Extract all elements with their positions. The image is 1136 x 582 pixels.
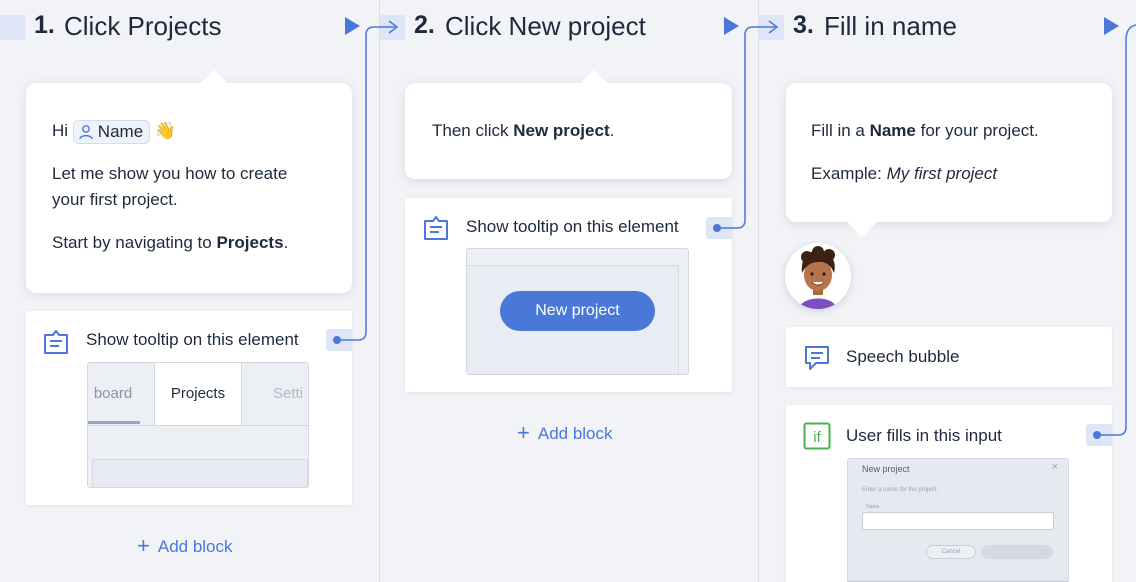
element-preview: board Projects Setti — [87, 362, 309, 488]
user-icon — [79, 124, 93, 139]
svg-text:if: if — [813, 429, 821, 446]
card-caret — [847, 208, 877, 238]
connector-dot — [333, 336, 341, 344]
message-line-2: Example: My first project — [811, 164, 998, 183]
message-card[interactable]: Hi Name 👋 Let me show you how to create … — [26, 69, 352, 293]
if-condition-icon: if — [803, 422, 831, 450]
message-line-1: Let me show you how to create your first… — [52, 164, 288, 209]
avatar-illustration — [785, 243, 851, 309]
dialog-hint: Enter a name for the project. — [862, 487, 939, 493]
wave-emoji: 👋 — [154, 121, 177, 140]
tooltip-icon — [44, 330, 68, 354]
step-title[interactable]: Click Projects — [64, 11, 221, 42]
step-column-2: 2. Click New project Then click New proj… — [380, 0, 758, 582]
add-block-label: Add block — [537, 424, 613, 443]
name-chip-label: Name — [97, 121, 144, 141]
step-column-3: 3. Fill in name Fill in a Name for your … — [759, 0, 1136, 582]
speech-bubble-icon — [805, 346, 829, 370]
play-icon[interactable] — [724, 17, 739, 35]
add-block-label: Add block — [157, 537, 233, 556]
step-title[interactable]: Fill in name — [824, 11, 957, 42]
block-label: Show tooltip on this element — [86, 330, 299, 349]
message-card[interactable]: Then click New project. — [405, 69, 732, 179]
element-preview: New project — [466, 248, 689, 375]
card-caret — [579, 69, 609, 99]
step-input-tab — [0, 15, 25, 40]
card-caret — [199, 69, 229, 99]
close-icon: × — [1051, 461, 1058, 473]
avatar[interactable] — [785, 243, 851, 309]
plus-icon: + — [137, 533, 150, 558]
cancel-button-preview: Cancel — [926, 545, 976, 559]
step-input-tab — [759, 15, 784, 40]
tooltip-icon — [424, 216, 448, 240]
dialog-preview: New project × Enter a name for the proje… — [847, 458, 1069, 582]
preview-panel — [92, 459, 308, 487]
message-card[interactable]: Fill in a Name for your project. Example… — [786, 83, 1112, 238]
condition-block[interactable]: if User fills in this input New project … — [786, 405, 1112, 582]
step-column-1: 1. Click Projects Hi Name 👋 Let me show … — [0, 0, 379, 582]
message-line-2: Start by navigating to Projects. — [52, 233, 289, 252]
block-label: Show tooltip on this element — [466, 217, 679, 236]
step-number: 3. — [793, 11, 814, 39]
message-line-1: Fill in a Name for your project. — [811, 121, 1039, 140]
step-number: 1. — [34, 11, 55, 39]
preview-tab-settings: Setti — [272, 385, 303, 402]
step-input-tab — [380, 15, 405, 40]
step-title[interactable]: Click New project — [445, 11, 646, 42]
play-icon[interactable] — [345, 17, 360, 35]
block-connector[interactable] — [1086, 424, 1112, 446]
play-icon[interactable] — [1104, 17, 1119, 35]
tooltip-block[interactable]: Show tooltip on this element board Proje… — [26, 311, 352, 505]
connector-dot — [1093, 431, 1101, 439]
block-connector[interactable] — [326, 329, 352, 351]
preview-tab-dashboard: board — [93, 385, 133, 402]
block-label: User fills in this input — [846, 426, 1002, 445]
tooltip-block[interactable]: Show tooltip on this element New project — [405, 198, 732, 392]
connector-dot — [713, 224, 721, 232]
plus-icon: + — [517, 420, 530, 445]
preview-tab-projects: Projects — [154, 363, 242, 425]
step-header-2: 2. Click New project — [380, 0, 758, 54]
step-number: 2. — [414, 11, 435, 39]
name-input-preview — [862, 512, 1054, 530]
create-button-preview — [981, 545, 1053, 559]
greeting-text: Hi — [52, 121, 69, 140]
message-line-1: Then click New project. — [432, 121, 615, 140]
speech-bubble-block[interactable]: Speech bubble — [786, 327, 1112, 387]
dialog-title: New project — [862, 464, 910, 474]
name-variable-chip[interactable]: Name — [72, 119, 151, 144]
block-label: Speech bubble — [846, 347, 960, 366]
block-connector[interactable] — [706, 217, 732, 239]
field-label: Name — [866, 504, 880, 510]
step-header-3: 3. Fill in name — [759, 0, 1136, 54]
step-header-1: 1. Click Projects — [0, 0, 379, 54]
add-block-button[interactable]: + Add block — [137, 533, 233, 559]
preview-new-project-button: New project — [500, 291, 655, 331]
add-block-button[interactable]: + Add block — [517, 420, 613, 446]
active-underline — [88, 421, 140, 424]
